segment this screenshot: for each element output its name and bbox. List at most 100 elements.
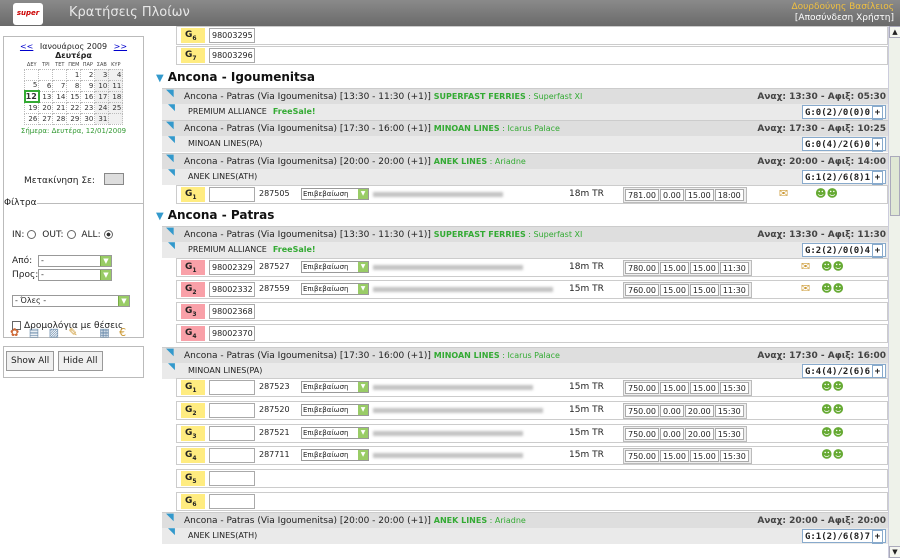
trip-header[interactable]: ◥ Ancona - Patras (Via Igoumenitsa) [13:3…: [162, 226, 888, 242]
status-select[interactable]: Επιβεβαίωση ▼: [301, 427, 369, 439]
trip-header[interactable]: ◥ Ancona - Patras (Via Igoumenitsa) [20:0…: [162, 512, 888, 528]
price-field[interactable]: 780.00: [625, 262, 659, 274]
agent-header[interactable]: ◥ PREMIUM ALLIANCE FreeSale! G:0(2)/0(0)0 +: [162, 103, 888, 120]
price-field[interactable]: 20.00: [684, 405, 714, 417]
collapse-triangle-icon[interactable]: ◥: [168, 359, 175, 375]
calendar-day[interactable]: 22: [66, 101, 82, 114]
price-field[interactable]: 15.00: [689, 284, 719, 296]
collapse-triangle-icon[interactable]: ◥: [168, 524, 175, 540]
unit-number-field[interactable]: 98003296: [209, 48, 255, 63]
calendar-day[interactable]: 28: [52, 112, 68, 125]
users-icon[interactable]: ☻☻: [821, 380, 844, 393]
unit-number-field[interactable]: 98002332: [209, 282, 255, 297]
calendar-day[interactable]: 1: [66, 68, 82, 81]
unit-number-field[interactable]: [209, 403, 255, 418]
app-logo[interactable]: super: [13, 3, 43, 25]
calendar-day[interactable]: 5: [24, 79, 40, 92]
users-icon[interactable]: ☻☻: [821, 426, 844, 439]
route-heading[interactable]: ▼ Ancona - Patras: [156, 208, 274, 222]
price-field[interactable]: 15:30: [719, 382, 749, 394]
calendar-day[interactable]: 30: [80, 112, 96, 125]
unit-number-field[interactable]: 98003295: [209, 28, 255, 43]
trip-header[interactable]: ◥ Ancona - Patras (Via Igoumenitsa) [17:3…: [162, 347, 888, 363]
price-field[interactable]: 15.00: [689, 262, 719, 274]
calendar-day[interactable]: 19: [24, 101, 40, 114]
trip-header[interactable]: ◥ Ancona - Patras (Via Igoumenitsa) [20:0…: [162, 153, 888, 169]
logout-link[interactable]: [Αποσύνδεση Χρήστη]: [791, 13, 894, 24]
from-select[interactable]: - ▼: [38, 255, 112, 267]
trip-header[interactable]: ◥ Ancona - Patras (Via Igoumenitsa) [17:3…: [162, 120, 888, 136]
unit-number-field[interactable]: [209, 187, 255, 202]
price-field[interactable]: 15:30: [714, 428, 744, 440]
status-select[interactable]: Επιβεβαίωση ▼: [301, 381, 369, 393]
prev-month-link[interactable]: <<: [20, 42, 33, 51]
calendar-day[interactable]: 26: [24, 112, 40, 125]
price-field[interactable]: 750.00: [625, 382, 659, 394]
users-icon[interactable]: ☻☻: [821, 403, 844, 416]
unit-number-field[interactable]: 98002368: [209, 304, 255, 319]
unit-number-field[interactable]: 98002370: [209, 326, 255, 341]
unit-number-field[interactable]: [209, 471, 255, 486]
agent-header[interactable]: ◥ PREMIUM ALLIANCE FreeSale! G:2(2)/0(0)4 +: [162, 241, 888, 258]
price-field[interactable]: 15.00: [660, 262, 689, 274]
tool-1-icon[interactable]: ✿: [10, 326, 19, 339]
price-field[interactable]: 20.00: [684, 428, 714, 440]
price-field[interactable]: 760.00: [625, 284, 659, 296]
unit-number-field[interactable]: [209, 448, 255, 463]
unit-number-field[interactable]: 98002329: [209, 260, 255, 275]
price-field[interactable]: 15:30: [719, 450, 749, 462]
tool-5-icon[interactable]: ▦: [99, 326, 109, 339]
edit-icon[interactable]: ✉: [801, 282, 810, 295]
calendar-day[interactable]: 31: [94, 112, 110, 125]
calendar-day[interactable]: 25: [108, 101, 124, 114]
price-field[interactable]: 750.00: [625, 450, 659, 462]
status-select[interactable]: Επιβεβαίωση ▼: [301, 261, 369, 273]
calendar-day[interactable]: 16: [80, 90, 96, 103]
price-field[interactable]: 15.00: [660, 450, 689, 462]
euro-icon[interactable]: €: [119, 326, 126, 339]
price-field[interactable]: 15:30: [714, 405, 744, 417]
price-field[interactable]: 11:30: [719, 284, 749, 296]
collapse-triangle-icon[interactable]: ▼: [156, 211, 164, 222]
trip-header[interactable]: ◥ Ancona - Patras (Via Igoumenitsa) [13:3…: [162, 88, 888, 104]
collapse-triangle-icon[interactable]: ◥: [168, 238, 175, 254]
calendar-day[interactable]: 20: [38, 101, 54, 114]
price-field[interactable]: 18:00: [714, 189, 744, 201]
expand-plus-button[interactable]: +: [872, 171, 883, 185]
route-heading[interactable]: ▼ Ancona - Igoumenitsa: [156, 70, 315, 84]
unit-number-field[interactable]: [209, 380, 255, 395]
scroll-thumb[interactable]: [890, 156, 900, 216]
price-field[interactable]: 750.00: [625, 428, 659, 440]
edit-icon[interactable]: ✉: [801, 260, 810, 273]
price-field[interactable]: 15.00: [660, 382, 689, 394]
status-select[interactable]: Επιβεβαίωση ▼: [301, 449, 369, 461]
calendar-day[interactable]: 11: [108, 79, 124, 92]
price-field[interactable]: 0.00: [660, 189, 684, 201]
users-icon[interactable]: ☻☻: [821, 448, 844, 461]
scroll-down-icon[interactable]: ▼: [889, 546, 900, 558]
scroll-up-icon[interactable]: ▲: [889, 26, 900, 38]
calendar-day[interactable]: 12: [23, 90, 40, 103]
price-field[interactable]: 0.00: [660, 405, 684, 417]
next-month-link[interactable]: >>: [114, 42, 127, 51]
calendar-day[interactable]: 14: [52, 90, 68, 103]
scrollbar[interactable]: ▲ ▼: [888, 26, 900, 558]
expand-plus-button[interactable]: +: [872, 138, 883, 152]
agent-header[interactable]: ◥ ANEK LINES(ATH) G:1(2)/6(8)7 +: [162, 527, 888, 544]
users-icon[interactable]: ☻☻: [821, 260, 844, 273]
calendar-day[interactable]: 21: [52, 101, 68, 114]
expand-plus-button[interactable]: +: [872, 365, 883, 379]
collapse-triangle-icon[interactable]: ◥: [168, 132, 175, 148]
price-field[interactable]: 15.00: [684, 189, 714, 201]
agent-header[interactable]: ◥ MINOAN LINES(PA) G:0(4)/2(6)0 +: [162, 135, 888, 152]
unit-number-field[interactable]: [209, 494, 255, 509]
calendar-day[interactable]: 15: [66, 90, 82, 103]
calendar-day[interactable]: 3: [94, 68, 110, 81]
expand-plus-button[interactable]: +: [872, 530, 883, 544]
calendar-day[interactable]: 4: [108, 68, 124, 81]
users-icon[interactable]: ☻☻: [821, 282, 844, 295]
calendar-day[interactable]: 13: [38, 90, 54, 103]
agent-header[interactable]: ◥ ANEK LINES(ATH) G:1(2)/6(8)1 +: [162, 168, 888, 185]
tool-4-icon[interactable]: ✎: [69, 326, 78, 339]
calendar-day[interactable]: 29: [66, 112, 82, 125]
